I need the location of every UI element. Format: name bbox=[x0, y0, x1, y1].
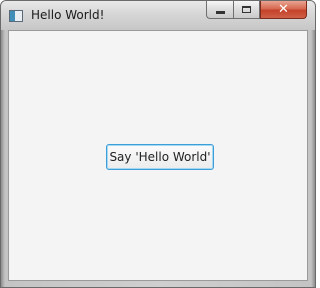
caption-buttons: ✕ bbox=[206, 1, 307, 20]
app-window: Hello World! ✕ Say 'Hello World' bbox=[0, 0, 316, 288]
minimize-button[interactable] bbox=[206, 1, 233, 19]
close-icon: ✕ bbox=[278, 2, 289, 17]
content-area: Say 'Hello World' bbox=[8, 30, 308, 281]
say-hello-world-button[interactable]: Say 'Hello World' bbox=[106, 144, 214, 170]
app-icon[interactable] bbox=[9, 10, 23, 22]
window-title: Hello World! bbox=[31, 8, 105, 22]
title-bar[interactable]: Hello World! ✕ bbox=[1, 1, 315, 30]
close-button[interactable]: ✕ bbox=[260, 1, 307, 19]
maximize-icon bbox=[242, 6, 251, 13]
maximize-button[interactable] bbox=[233, 1, 260, 19]
minimize-icon bbox=[215, 10, 225, 14]
